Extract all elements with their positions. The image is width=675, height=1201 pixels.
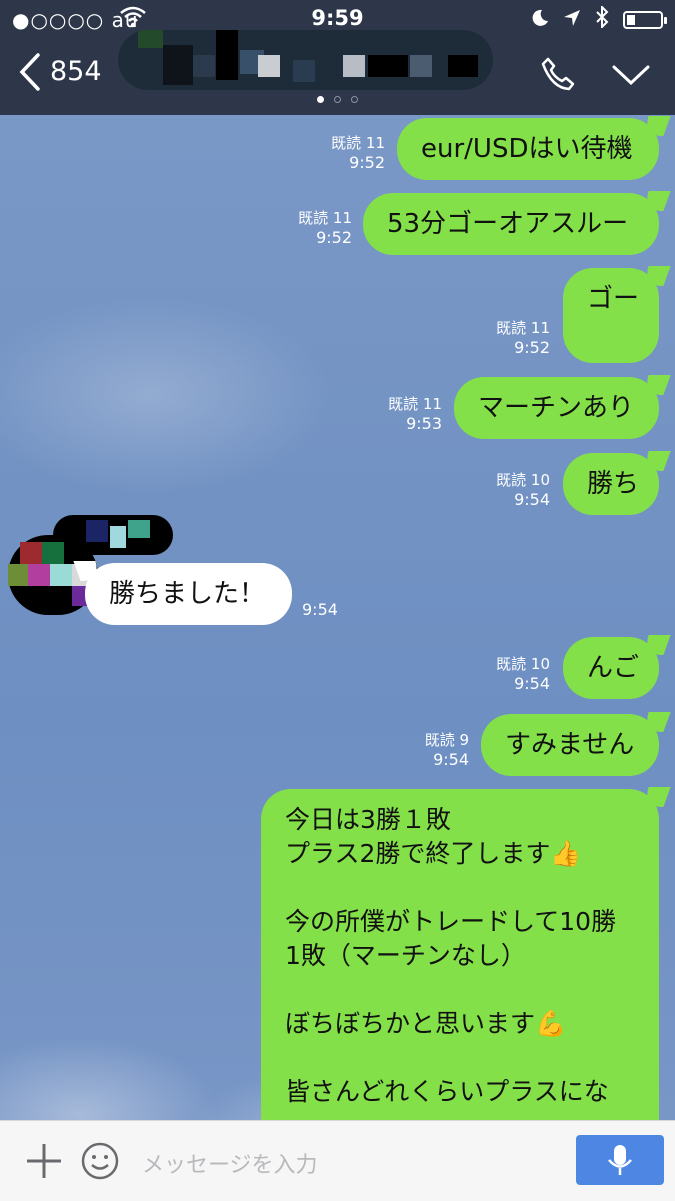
page-dots: [0, 96, 675, 103]
censored-chat-name: [118, 30, 493, 90]
received-message-bubble[interactable]: 勝ちました！: [85, 563, 292, 625]
read-receipt: 既読 11: [298, 209, 352, 227]
read-receipt: 既読 10: [496, 471, 550, 489]
sent-message-bubble[interactable]: すみません: [481, 714, 659, 776]
sent-message-bubble[interactable]: eur/USDはい待機: [397, 118, 659, 180]
phone-icon[interactable]: [540, 56, 576, 96]
message-meta: 既読 10 9:54: [496, 654, 550, 694]
location-arrow-icon: [563, 8, 581, 32]
message-input[interactable]: メッセージを入力: [142, 1147, 318, 1179]
message-meta: 既読 10 9:54: [496, 470, 550, 510]
bluetooth-icon: [595, 4, 609, 33]
chat-area[interactable]: 既読 11 9:52 eur/USDはい待機 既読 11 9:52 53分ゴーオ…: [0, 115, 675, 1120]
message-time: 9:54: [514, 490, 550, 509]
message-time: 9:53: [406, 414, 442, 433]
read-receipt: 既読 11: [496, 319, 550, 337]
message-meta: 既読 11 9:53: [388, 394, 442, 434]
chevron-down-icon[interactable]: [612, 64, 650, 90]
message-input-bar: メッセージを入力: [0, 1120, 675, 1201]
unread-count[interactable]: 854: [50, 56, 102, 87]
message-meta: 9:54: [302, 600, 338, 620]
emoji-icon[interactable]: [80, 1141, 120, 1181]
battery-icon: [623, 10, 667, 29]
sent-message-bubble[interactable]: ゴー: [563, 268, 659, 363]
sent-message-bubble[interactable]: んご: [563, 637, 659, 699]
nav-row: 854: [0, 30, 675, 104]
read-receipt: 既読 9: [424, 731, 469, 749]
sent-message-bubble[interactable]: マーチンあり: [454, 377, 659, 439]
mic-icon[interactable]: [576, 1135, 664, 1185]
message-time: 9:52: [349, 153, 385, 172]
message-meta: 既読 11 9:52: [331, 133, 385, 173]
sent-message-bubble[interactable]: 今日は3勝１敗 プラス2勝で終了します👍 今の所僕がトレードして10勝 1敗（マ…: [261, 789, 659, 1120]
message-time: 9:54: [514, 674, 550, 693]
sent-message-bubble[interactable]: 53分ゴーオアスルー: [363, 193, 659, 255]
read-receipt: 既読 11: [388, 395, 442, 413]
message-time: 9:54: [302, 600, 338, 619]
message-meta: 既読 11 9:52: [496, 318, 550, 358]
message-time: 9:52: [316, 228, 352, 247]
plus-icon[interactable]: [24, 1141, 64, 1181]
message-meta: 既読 9 9:54: [425, 730, 469, 770]
message-time: 9:54: [433, 750, 469, 769]
chat-header: ●○○○○ au 9:59 854: [0, 0, 675, 115]
back-chevron-icon[interactable]: [16, 52, 46, 92]
moon-icon: [531, 8, 549, 32]
message-meta: 既読 11 9:52: [298, 208, 352, 248]
read-receipt: 既読 11: [331, 134, 385, 152]
message-time: 9:52: [514, 338, 550, 357]
sent-message-bubble[interactable]: 勝ち: [563, 453, 659, 515]
read-receipt: 既読 10: [496, 655, 550, 673]
